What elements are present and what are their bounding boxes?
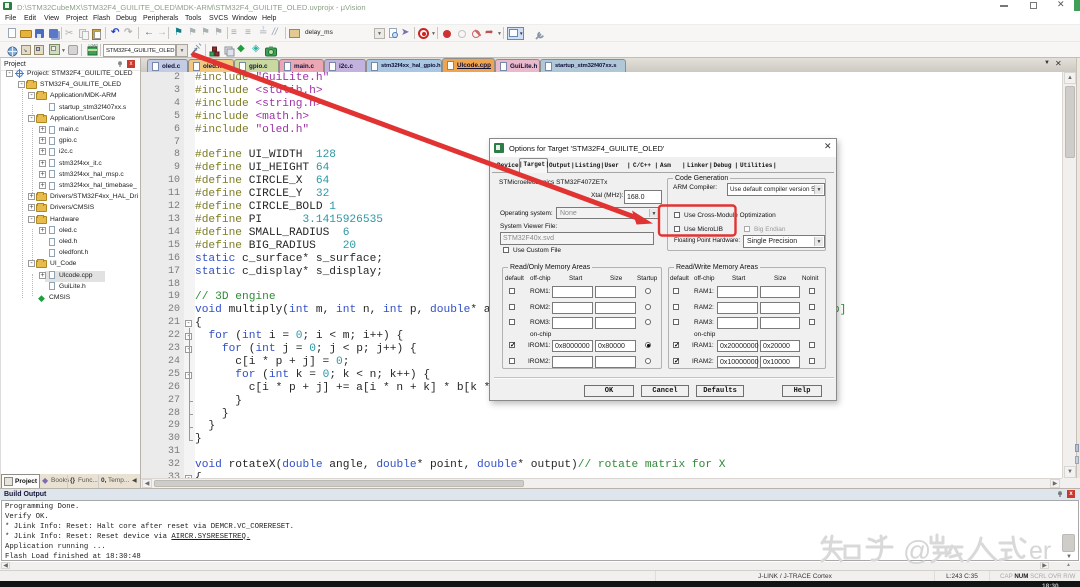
svg-text:LOAD: LOAD — [89, 44, 99, 48]
svg-text:@: @ — [903, 535, 931, 566]
svg-text:er: er — [1029, 537, 1051, 565]
